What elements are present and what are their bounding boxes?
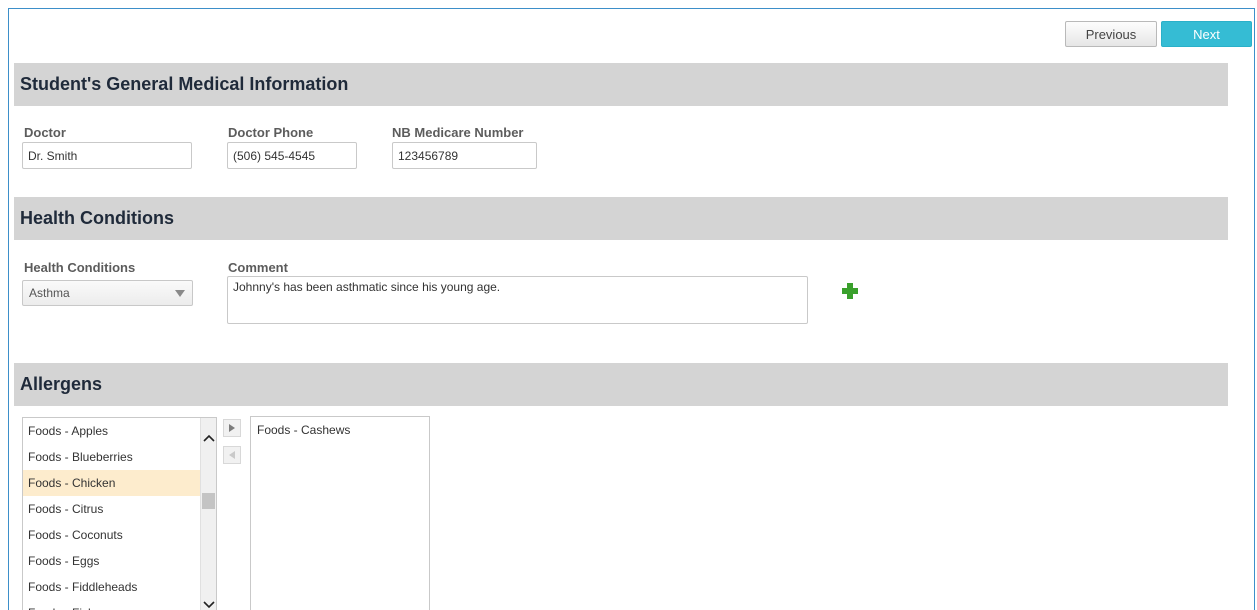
list-item[interactable]: Foods - Blueberries bbox=[23, 444, 216, 470]
section-allergens: Allergens bbox=[14, 363, 1228, 406]
dropdown-caret-icon bbox=[175, 290, 185, 297]
plus-icon[interactable] bbox=[841, 282, 859, 300]
selected-allergens-list[interactable]: Foods - Cashews bbox=[250, 416, 430, 610]
arrow-right-icon[interactable] bbox=[223, 419, 241, 437]
health-conditions-select[interactable]: Asthma bbox=[22, 280, 193, 306]
list-item[interactable]: Foods - Fish bbox=[23, 600, 216, 610]
medicare-input[interactable]: 123456789 bbox=[392, 142, 537, 169]
chevron-up-icon[interactable] bbox=[202, 431, 216, 445]
doctor-label: Doctor bbox=[24, 125, 66, 140]
list-item[interactable]: Foods - Fiddleheads bbox=[23, 574, 216, 600]
arrow-left-icon[interactable] bbox=[223, 446, 241, 464]
comment-label: Comment bbox=[228, 260, 288, 275]
list-item[interactable]: Foods - Cashews bbox=[251, 417, 429, 443]
available-allergens-list[interactable]: Foods - Apples Foods - Blueberries Foods -… bbox=[22, 417, 217, 610]
medicare-label: NB Medicare Number bbox=[392, 125, 524, 140]
form-frame: Previous Next Student's General Medical … bbox=[8, 8, 1255, 610]
doctor-phone-input[interactable]: (506) 545-4545 bbox=[227, 142, 357, 169]
comment-textarea[interactable]: Johnny's has been asthmatic since his yo… bbox=[227, 276, 808, 324]
chevron-down-icon[interactable] bbox=[202, 598, 216, 610]
section-title: Allergens bbox=[20, 374, 103, 394]
list-scrollbar[interactable] bbox=[200, 418, 216, 610]
list-item[interactable]: Foods - Eggs bbox=[23, 548, 216, 574]
list-item[interactable]: Foods - Coconuts bbox=[23, 522, 216, 548]
list-item[interactable]: Foods - Chicken bbox=[23, 470, 216, 496]
scroll-thumb[interactable] bbox=[202, 493, 215, 509]
health-conditions-value: Asthma bbox=[29, 286, 70, 300]
list-item[interactable]: Foods - Citrus bbox=[23, 496, 216, 522]
doctor-input[interactable]: Dr. Smith bbox=[22, 142, 192, 169]
section-health-conditions: Health Conditions bbox=[14, 197, 1228, 240]
health-conditions-label: Health Conditions bbox=[24, 260, 136, 275]
previous-button[interactable]: Previous bbox=[1065, 21, 1157, 47]
list-item[interactable]: Foods - Apples bbox=[23, 418, 216, 444]
next-button[interactable]: Next bbox=[1161, 21, 1252, 47]
section-title: Student's General Medical Information bbox=[20, 74, 349, 94]
section-title: Health Conditions bbox=[20, 208, 174, 228]
doctor-phone-label: Doctor Phone bbox=[228, 125, 314, 140]
section-general-medical: Student's General Medical Information bbox=[14, 63, 1228, 106]
